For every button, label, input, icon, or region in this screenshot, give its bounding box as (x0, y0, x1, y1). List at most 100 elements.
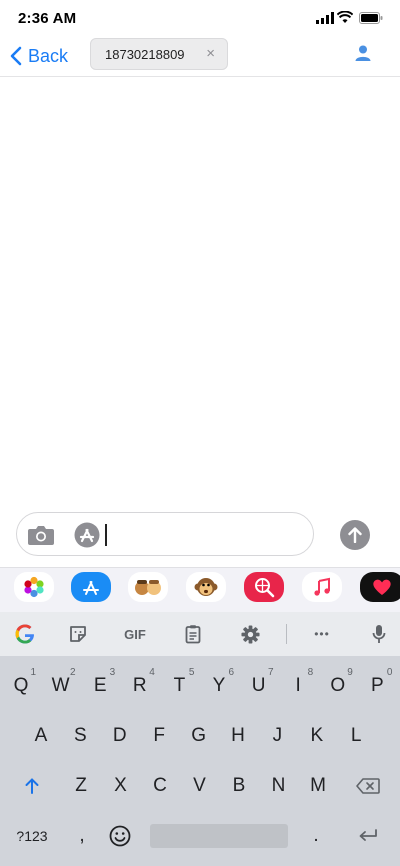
period-key[interactable]: . (306, 820, 326, 852)
key-label: M (310, 775, 326, 796)
return-key[interactable] (352, 820, 384, 852)
key-o[interactable]: O9 (319, 667, 357, 702)
key-y[interactable]: Y6 (200, 667, 238, 702)
key-label: O (330, 675, 346, 696)
key-h[interactable]: H (219, 720, 257, 752)
app-store-a-icon (83, 581, 99, 595)
nav-divider (0, 76, 400, 77)
key-b[interactable]: B (220, 770, 258, 802)
clipboard-button[interactable] (181, 620, 205, 648)
key-label: D (112, 725, 127, 746)
google-g-icon (15, 624, 34, 644)
space-bar[interactable] (150, 824, 288, 848)
photos-app-icon[interactable] (14, 572, 54, 602)
app-store-app-icon[interactable] (71, 572, 111, 602)
key-label: F (153, 725, 165, 746)
status-bar: 2:36 AM (0, 0, 400, 36)
key-j[interactable]: J (258, 720, 296, 752)
recipient-chip[interactable]: 18730218809 × (90, 38, 228, 70)
key-v[interactable]: V (181, 770, 219, 802)
key-w[interactable]: W2 (42, 667, 80, 702)
microphone-icon (372, 625, 386, 643)
key-label: R (132, 675, 147, 696)
symbols-key[interactable]: ?123 (10, 820, 54, 852)
key-a[interactable]: A (22, 720, 60, 752)
chevron-left-icon (10, 46, 22, 66)
app-store-icon[interactable] (73, 522, 101, 548)
key-q[interactable]: Q1 (2, 667, 40, 702)
digital-touch-app-icon[interactable] (360, 572, 400, 602)
return-arrow-icon (359, 829, 377, 841)
arrow-up-shift-icon (25, 778, 39, 794)
clear-recipient-icon[interactable]: × (206, 45, 215, 62)
key-l[interactable]: L (337, 720, 375, 752)
recipient-number: 18730218809 (105, 46, 185, 62)
key-label: I (295, 675, 301, 696)
smiley-face-icon (109, 825, 131, 847)
key-label: N (271, 775, 286, 796)
music-app-icon[interactable] (302, 572, 342, 602)
key-g[interactable]: G (180, 720, 218, 752)
key-c[interactable]: C (141, 770, 179, 802)
emoji-key[interactable] (104, 820, 136, 852)
key-label: Q (13, 675, 29, 696)
key-number-hint: 3 (109, 667, 116, 678)
key-n[interactable]: N (260, 770, 298, 802)
key-number-hint: 7 (268, 667, 274, 678)
key-label: L (350, 725, 362, 746)
monkey-face-icon (194, 578, 218, 596)
key-label: K (310, 725, 324, 746)
memoji-app-icon[interactable] (128, 572, 168, 602)
gif-button[interactable]: GIF (118, 620, 152, 648)
key-number-hint: 4 (149, 667, 155, 678)
text-cursor (105, 524, 107, 546)
key-r[interactable]: R4 (121, 667, 159, 702)
backspace-icon (356, 778, 380, 794)
key-i[interactable]: I8 (279, 667, 317, 702)
key-number-hint: 1 (30, 667, 36, 678)
status-time: 2:36 AM (18, 10, 77, 27)
animoji-app-icon[interactable] (186, 572, 226, 602)
key-p[interactable]: P0 (358, 667, 396, 702)
gboard-keyboard: G I F ••• ?123 , . Q 1 W 2 E 3 R 4 T 5 Y 6… (0, 612, 400, 866)
key-s[interactable]: S (61, 720, 99, 752)
message-input-field[interactable] (16, 512, 314, 556)
sticker-button[interactable] (66, 620, 90, 648)
clipboard-icon (185, 625, 201, 644)
shift-key[interactable] (14, 770, 50, 802)
key-x[interactable]: X (102, 770, 140, 802)
more-options-button[interactable]: ••• (308, 620, 336, 648)
key-t[interactable]: T5 (160, 667, 198, 702)
key-label: P (371, 675, 384, 696)
key-label: G (191, 725, 206, 746)
key-label: S (74, 725, 87, 746)
key-label: V (193, 775, 206, 796)
cellular-signal-icon (316, 12, 334, 24)
key-f[interactable]: F (140, 720, 178, 752)
imessage-app-drawer (0, 567, 400, 612)
send-button[interactable] (340, 520, 370, 550)
key-z[interactable]: Z (62, 770, 100, 802)
contact-icon[interactable] (354, 44, 372, 62)
voice-input-button[interactable] (366, 620, 392, 648)
battery-icon (359, 12, 383, 24)
key-k[interactable]: K (298, 720, 336, 752)
image-search-app-icon[interactable] (244, 572, 284, 602)
key-number-hint: 6 (228, 667, 234, 678)
google-search-button[interactable] (10, 620, 40, 648)
key-e[interactable]: E3 (81, 667, 119, 702)
camera-icon[interactable] (27, 524, 55, 546)
key-m[interactable]: M (299, 770, 337, 802)
key-d[interactable]: D (101, 720, 139, 752)
memoji-faces-icon (135, 580, 161, 595)
settings-button[interactable] (238, 620, 262, 648)
key-label: U (251, 675, 266, 696)
key-number-hint: 9 (347, 667, 353, 678)
back-label: Back (28, 45, 69, 66)
key-number-hint: 0 (386, 667, 393, 678)
back-button[interactable]: Back (10, 40, 68, 72)
backspace-key[interactable] (350, 770, 386, 802)
key-label: H (231, 725, 245, 746)
key-u[interactable]: U7 (240, 667, 278, 702)
comma-key[interactable]: , (68, 820, 96, 852)
